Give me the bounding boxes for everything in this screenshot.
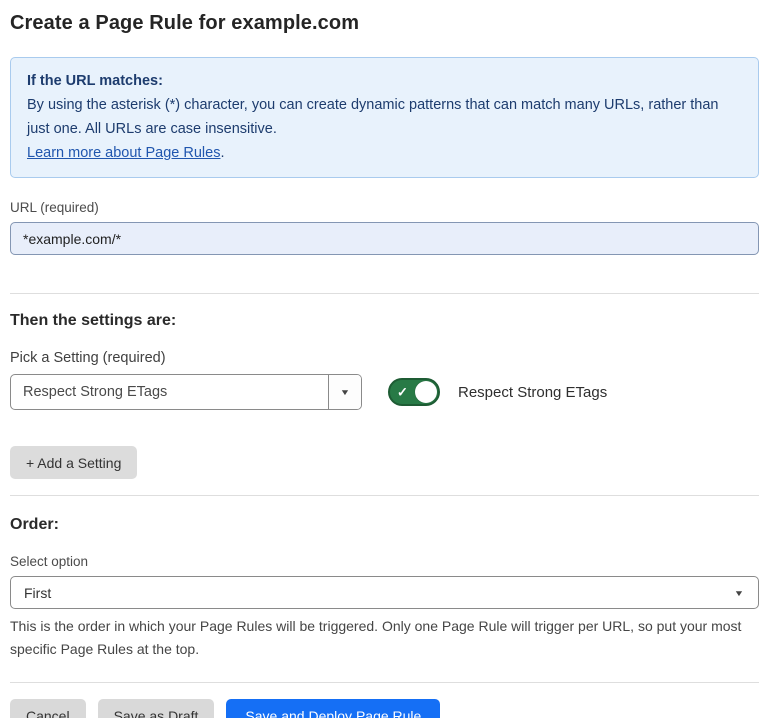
url-input[interactable] — [10, 222, 759, 255]
divider — [10, 495, 759, 496]
info-box-body: By using the asterisk (*) character, you… — [27, 93, 742, 141]
order-select-label: Select option — [10, 554, 759, 569]
save-and-deploy-button[interactable]: Save and Deploy Page Rule — [226, 699, 440, 718]
setting-select-value: Respect Strong ETags — [11, 375, 328, 409]
order-section-heading: Order: — [10, 516, 759, 534]
chevron-down-icon: ▼ — [734, 588, 745, 598]
setting-row: Respect Strong ETags ▼ ✓ Respect Strong … — [10, 374, 759, 410]
pick-setting-label: Pick a Setting (required) — [10, 350, 759, 366]
create-page-rule-form: Create a Page Rule for example.com If th… — [0, 0, 769, 718]
setting-select-arrow-button[interactable]: ▼ — [328, 375, 361, 409]
order-select[interactable]: First ▼ — [10, 576, 759, 609]
page-title: Create a Page Rule for example.com — [10, 12, 759, 35]
etag-toggle-label: Respect Strong ETags — [458, 384, 607, 401]
save-as-draft-button[interactable]: Save as Draft — [98, 699, 215, 718]
footer-actions: Cancel Save as Draft Save and Deploy Pag… — [10, 699, 759, 718]
learn-more-link[interactable]: Learn more about Page Rules — [27, 145, 220, 161]
etag-toggle-group: ✓ Respect Strong ETags — [388, 378, 607, 406]
add-setting-button[interactable]: + Add a Setting — [10, 446, 137, 479]
url-match-info-box: If the URL matches: By using the asteris… — [10, 57, 759, 178]
setting-select[interactable]: Respect Strong ETags ▼ — [10, 374, 362, 410]
divider — [10, 293, 759, 294]
check-icon: ✓ — [397, 386, 408, 399]
info-box-link-line: Learn more about Page Rules. — [27, 141, 742, 165]
order-help-text: This is the order in which your Page Rul… — [10, 615, 750, 661]
cancel-button[interactable]: Cancel — [10, 699, 86, 718]
chevron-down-icon: ▼ — [340, 387, 351, 397]
etag-toggle[interactable]: ✓ — [388, 378, 440, 406]
info-box-heading: If the URL matches: — [27, 69, 742, 93]
link-suffix: . — [220, 145, 224, 161]
divider — [10, 682, 759, 683]
toggle-knob — [415, 381, 437, 403]
url-field-label: URL (required) — [10, 200, 759, 215]
order-select-value: First — [24, 585, 51, 601]
settings-section-heading: Then the settings are: — [10, 312, 759, 330]
